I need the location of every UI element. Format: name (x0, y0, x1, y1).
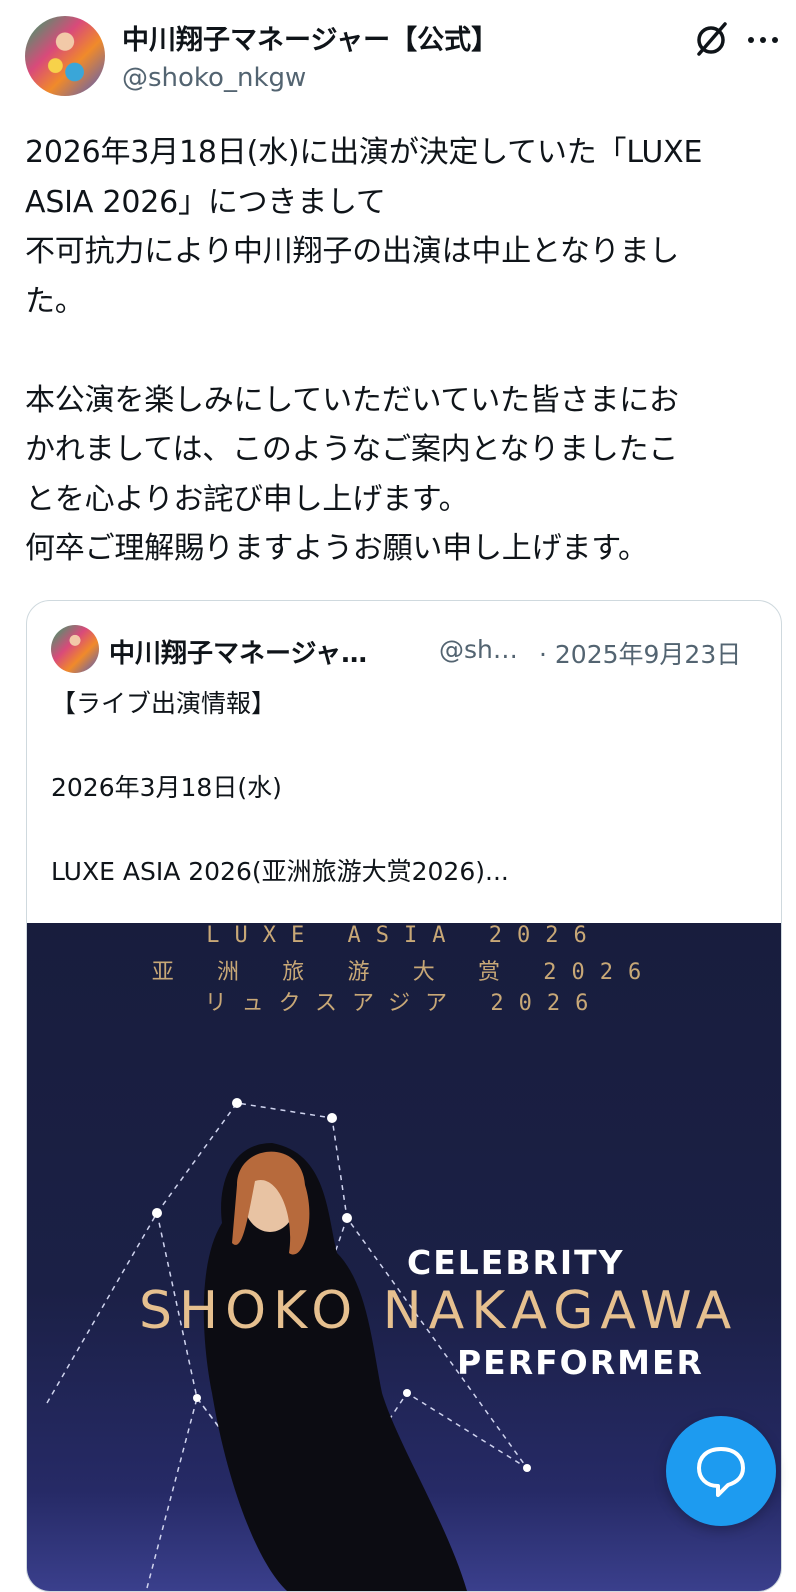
quoted-text: 【ライブ出演情報】 2026年3月18日(水) LUXE ASIA 2026(亚… (51, 683, 751, 893)
quoted-avatar[interactable] (51, 625, 99, 673)
avatar[interactable] (25, 16, 105, 96)
message-icon (697, 1447, 745, 1497)
quoted-line: 【ライブ出演情報】 (51, 689, 277, 718)
poster-performer-name: SHOKO NAKAGAWA (139, 1281, 739, 1341)
compose-message-button[interactable] (666, 1416, 776, 1526)
poster-performer-label: PERFORMER (457, 1343, 704, 1382)
tweet-line: 何卒ご理解賜りますようお願い申し上げます。 (25, 531, 648, 566)
more-icon[interactable] (746, 24, 780, 54)
tweet-line: 本公演を楽しみにしていただいていた皆さまにお (25, 382, 679, 418)
tweet-header: 中川翔子マネージャー【公式】 @shoko_nkgw (0, 0, 796, 110)
quoted-author-name: 中川翔子マネージャ… (109, 639, 368, 669)
author-name[interactable]: 中川翔子マネージャー【公式】 (122, 18, 498, 57)
tweet-line: かれましては、このようなご案内となりましたこ (25, 432, 679, 467)
quoted-date: · 2025年9月23日 (539, 640, 742, 669)
tweet-text: 2026年3月18日(水)に出演が決定していた「LUXE ASIA 2026」に… (25, 128, 775, 574)
grok-icon[interactable] (692, 20, 730, 58)
tweet-line: 不可抗力により中川翔子の出演は中止となりまし (25, 234, 680, 269)
poster-celebrity-label: CELEBRITY (407, 1243, 625, 1282)
quoted-line: 2026年3月18日(水) (51, 773, 282, 802)
tweet-line: ASIA 2026」につきまして (25, 184, 386, 220)
author-handle[interactable]: @shoko_nkgw (122, 63, 306, 93)
quoted-author-handle: @sh… (439, 635, 518, 664)
tweet-line: 2026年3月18日(水)に出演が決定していた「LUXE (25, 135, 703, 170)
tweet-line: とを心よりお詫び申し上げます。 (25, 481, 469, 517)
quoted-line: LUXE ASIA 2026(亚洲旅游大赏2026)... (51, 857, 509, 886)
tweet-line: た。 (25, 283, 85, 319)
